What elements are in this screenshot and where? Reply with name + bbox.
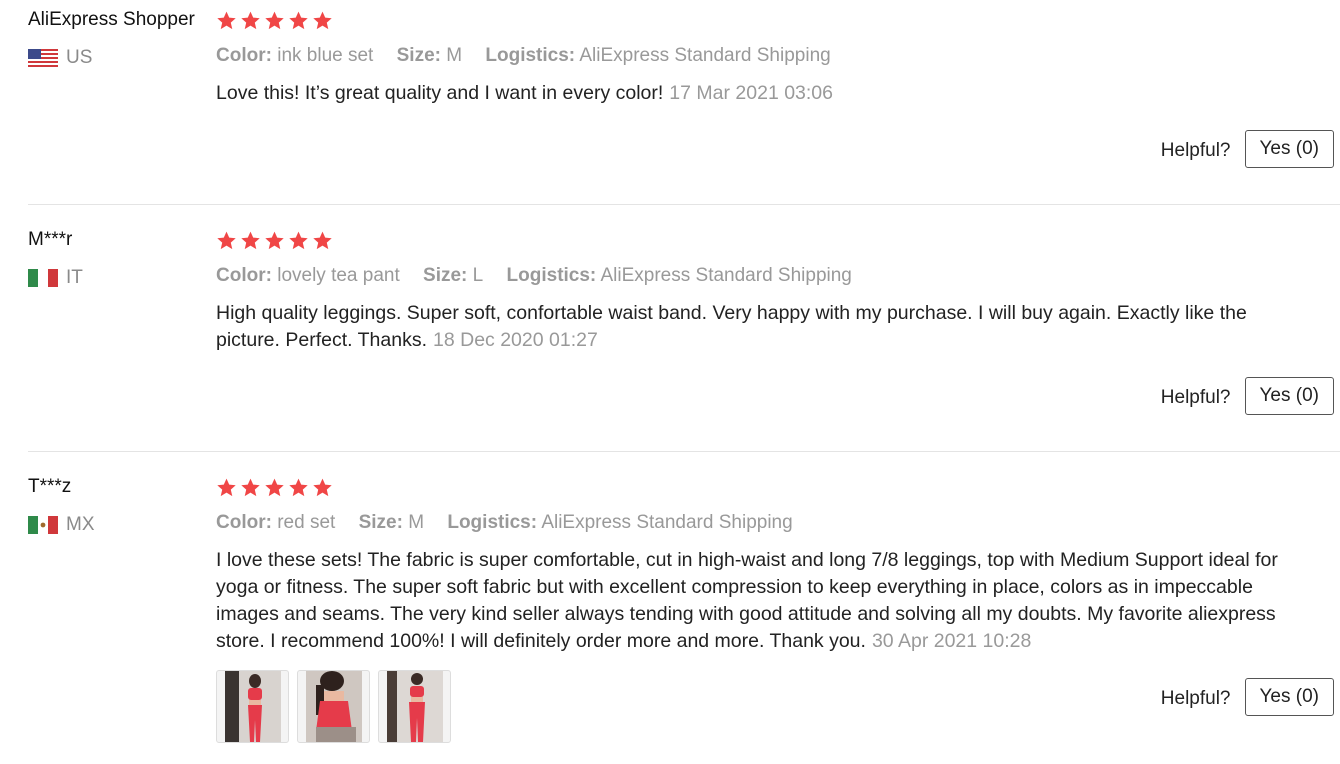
star-icon [264,10,285,31]
logistics-value: AliExpress Standard Shipping [541,512,793,533]
review-body: High quality leggings. Super soft, confo… [216,302,1247,351]
order-details: Color: red set Size: M Logistics: AliExp… [216,512,811,534]
logistics-label: Logistics: [506,265,597,286]
helpful-yes-button[interactable]: Yes (0) [1244,130,1334,168]
star-icon [288,477,309,498]
color-label: Color: [216,512,272,533]
size-value: M [408,512,425,533]
color-label: Color: [216,265,272,286]
size-label: Size: [358,512,403,533]
size-label: Size: [396,45,441,66]
helpful-label: Helpful? [1160,688,1231,709]
color-value: lovely tea pant [277,265,400,286]
star-icon [240,477,261,498]
country-code: US [66,47,93,68]
reviewer-country: US [28,47,92,69]
star-icon [288,10,309,31]
helpful-section: Helpful? Yes (0) [1161,377,1334,415]
helpful-section: Helpful? Yes (0) [1161,678,1334,716]
review-photo-1 [224,671,281,742]
review-body: Love this! It’s great quality and I want… [216,82,664,104]
reviewer-name: T***z [28,476,72,497]
reviewer-country: MX [28,514,95,536]
order-details: Color: ink blue set Size: M Logistics: A… [216,45,849,67]
star-icon [216,10,237,31]
review-body: I love these sets! The fabric is super c… [216,549,1278,652]
review-photo-2 [305,671,362,742]
country-code: MX [66,514,95,535]
size-value: L [472,265,484,286]
star-icon [216,477,237,498]
us-flag-icon [28,49,58,67]
review-photo-thumbnail[interactable] [378,670,451,743]
review-date: 17 Mar 2021 03:06 [669,82,833,104]
star-icon [312,10,333,31]
star-icon [264,477,285,498]
star-icon [240,230,261,251]
star-icon [216,230,237,251]
reviewer-country: IT [28,267,83,289]
helpful-label: Helpful? [1160,140,1231,161]
logistics-label: Logistics: [447,512,538,533]
review-text: High quality leggings. Super soft, confo… [216,300,1316,354]
logistics-label: Logistics: [485,45,576,66]
country-code: IT [66,267,83,288]
review-text: Love this! It’s great quality and I want… [216,80,1316,107]
star-icon [264,230,285,251]
size-label: Size: [423,265,468,286]
review-text: I love these sets! The fabric is super c… [216,547,1316,655]
rating-stars [216,230,333,251]
star-icon [312,477,333,498]
helpful-section: Helpful? Yes (0) [1161,130,1334,168]
review-photo-3 [386,671,443,742]
reviewer-name: M***r [28,229,73,250]
rating-stars [216,10,333,31]
review-divider [28,204,1340,205]
star-icon [288,230,309,251]
star-icon [312,230,333,251]
review-date: 30 Apr 2021 10:28 [871,630,1032,652]
review-photo-thumbnail[interactable] [297,670,370,743]
logistics-value: AliExpress Standard Shipping [600,265,852,286]
size-value: M [446,45,463,66]
order-details: Color: lovely tea pant Size: L Logistics… [216,265,870,287]
rating-stars [216,477,333,498]
mx-flag-icon [28,516,58,534]
helpful-yes-button[interactable]: Yes (0) [1244,678,1334,716]
color-label: Color: [216,45,272,66]
review-date: 18 Dec 2020 01:27 [433,329,598,351]
review-photo-thumbnail[interactable] [216,670,289,743]
review-divider [28,451,1340,452]
color-value: ink blue set [277,45,374,66]
review-photos [216,670,451,743]
logistics-value: AliExpress Standard Shipping [579,45,831,66]
helpful-label: Helpful? [1160,387,1231,408]
it-flag-icon [28,269,58,287]
reviewer-name: AliExpress Shopper [28,9,195,30]
helpful-yes-button[interactable]: Yes (0) [1244,377,1334,415]
color-value: red set [277,512,336,533]
star-icon [240,10,261,31]
